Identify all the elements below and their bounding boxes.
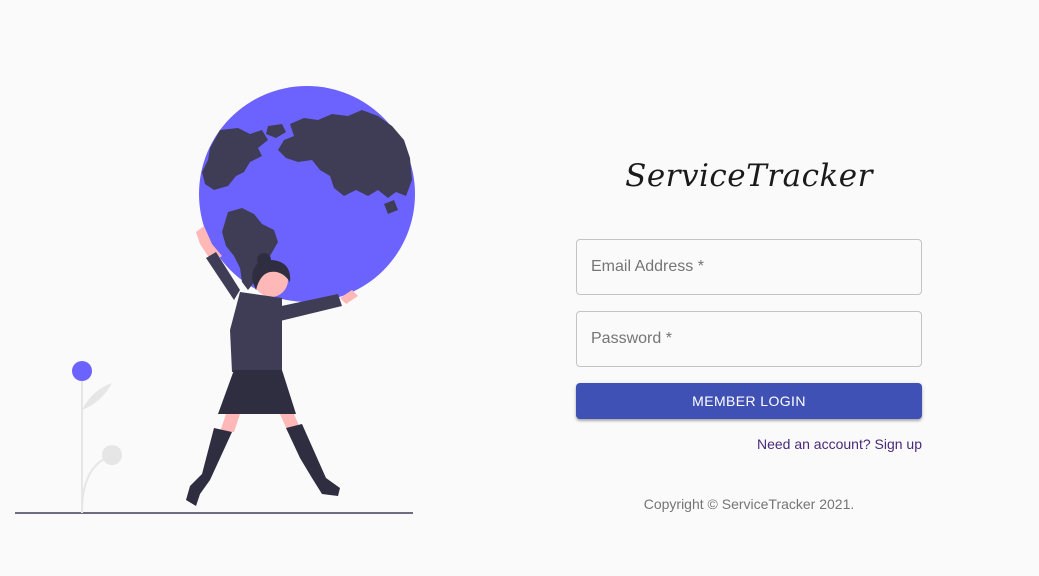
password-field[interactable] — [576, 311, 922, 367]
brand-logo: ServiceTracker — [625, 158, 873, 194]
plant-icon — [72, 361, 122, 513]
email-field[interactable] — [576, 239, 922, 295]
email-input[interactable] — [577, 240, 921, 294]
copyright-text: Copyright © ServiceTracker 2021. — [643, 496, 855, 512]
globe-icon — [199, 86, 415, 302]
signup-link[interactable]: Need an account? Sign up — [757, 436, 922, 452]
password-input[interactable] — [577, 312, 921, 366]
login-page: ServiceTracker MEMBER LOGIN Need an acco… — [0, 0, 1039, 576]
member-login-button[interactable]: MEMBER LOGIN — [576, 383, 922, 419]
person-holding-globe-illustration — [15, 86, 415, 514]
